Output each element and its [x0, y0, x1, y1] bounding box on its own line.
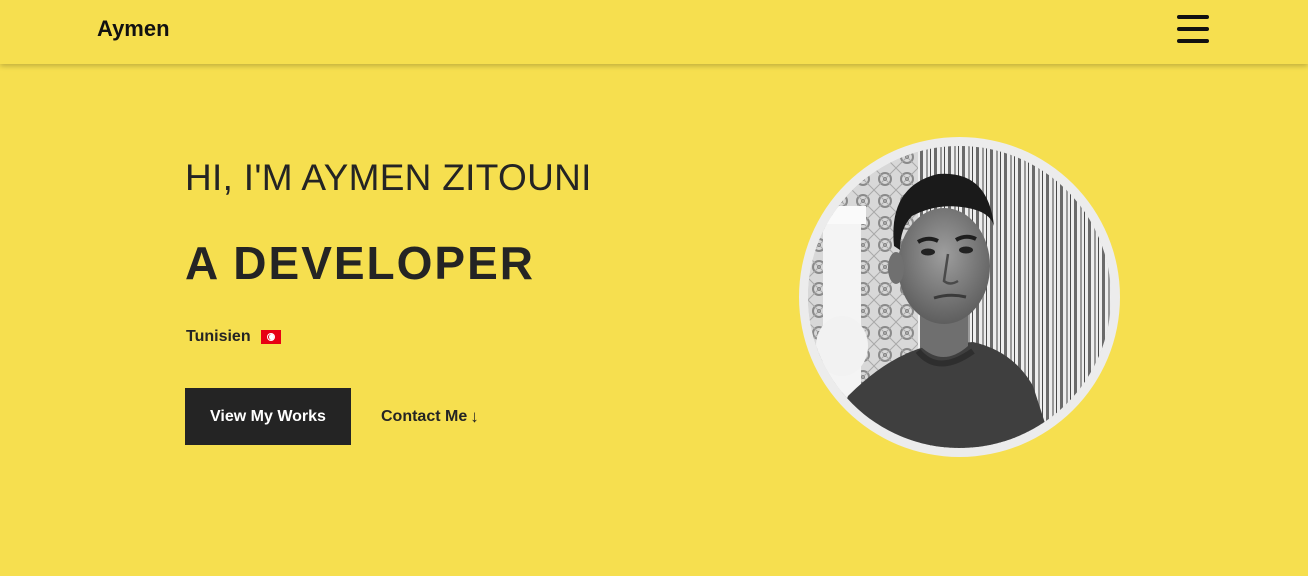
menu-bar-line	[1177, 27, 1209, 31]
hamburger-menu-icon[interactable]	[1177, 14, 1209, 46]
nationality: Tunisien	[186, 328, 281, 346]
contact-me-button[interactable]: Contact Me ↓	[381, 407, 479, 427]
brand-logo[interactable]: Aymen	[97, 16, 170, 42]
menu-bar-line	[1177, 39, 1209, 43]
navbar: Aymen	[0, 0, 1308, 64]
tunisia-flag-icon	[260, 330, 281, 344]
contact-me-label: Contact Me	[381, 408, 468, 425]
hero-greeting: HI, I'M AYMEN ZITOUNI	[185, 157, 592, 198]
menu-bar-line	[1177, 15, 1209, 19]
view-my-works-button[interactable]: View My Works	[185, 388, 351, 445]
arrow-down-icon: ↓	[470, 407, 479, 426]
profile-photo-illustration	[808, 146, 1111, 448]
profile-photo-frame	[799, 137, 1120, 457]
hero-role: A DEVELOPER	[185, 237, 536, 289]
profile-photo	[808, 146, 1111, 448]
nationality-label: Tunisien	[186, 328, 251, 345]
